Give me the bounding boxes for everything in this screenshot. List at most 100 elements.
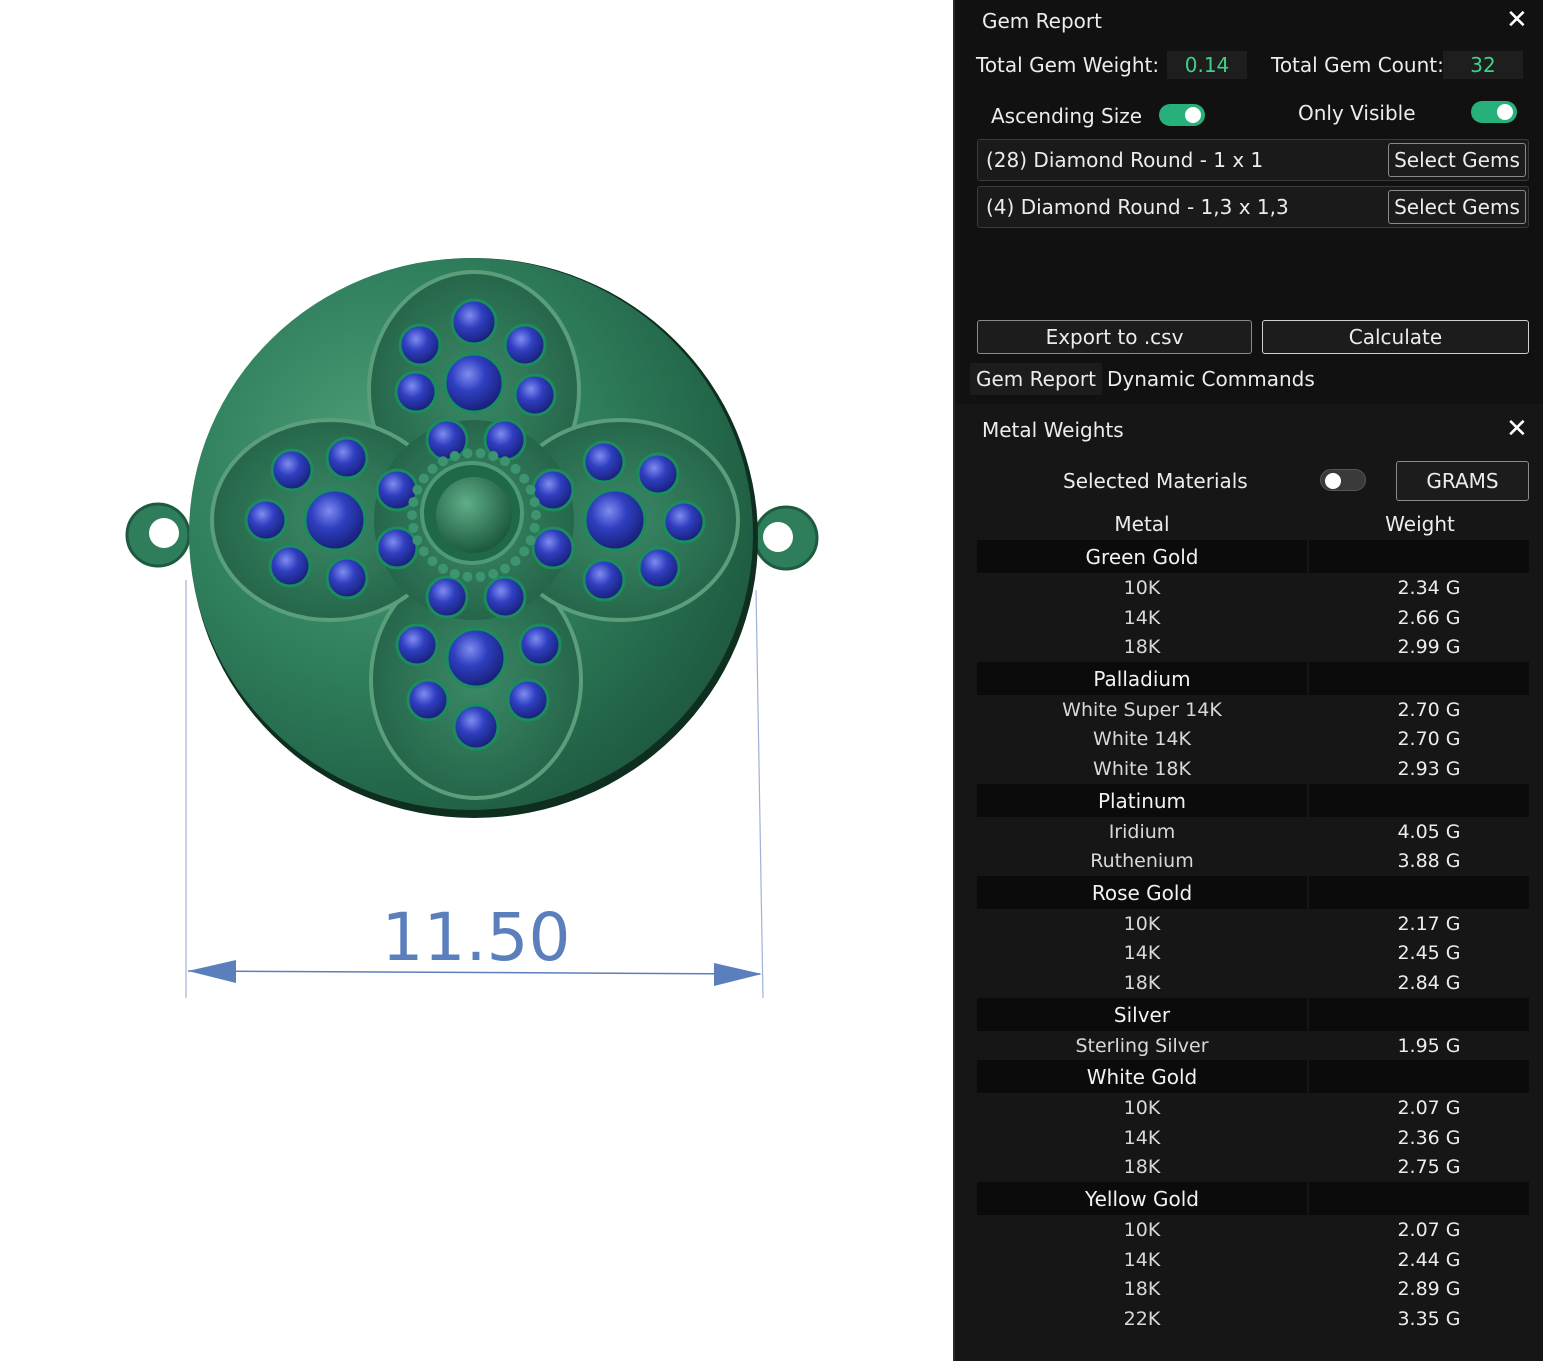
only-visible-toggle[interactable] xyxy=(1471,101,1517,123)
bead xyxy=(531,510,541,520)
table-row: 22K 3.35 G xyxy=(977,1304,1529,1334)
gem-stone xyxy=(268,544,312,588)
gem-row-label: (4) Diamond Round - 1,3 x 1,3 xyxy=(986,195,1289,219)
gem-stone xyxy=(452,703,500,751)
gem-stone xyxy=(583,488,647,552)
pendant-render: 11.50 xyxy=(125,258,819,999)
metal-weight-value: 2.36 G xyxy=(1397,1126,1461,1149)
toggle-knob xyxy=(1185,107,1201,123)
bead xyxy=(462,448,473,459)
metal-group-row: Green Gold xyxy=(977,540,1529,573)
metal-weight-value: 2.07 G xyxy=(1397,1218,1461,1241)
toggle-knob xyxy=(1325,473,1341,489)
metal-weight-value: 3.35 G xyxy=(1397,1307,1461,1330)
metal-alloy-name: Sterling Silver xyxy=(1075,1034,1209,1057)
table-row: White Super 14K 2.70 G xyxy=(977,695,1529,725)
metal-group-row: Yellow Gold xyxy=(977,1181,1529,1215)
table-row: Sterling Silver 1.95 G xyxy=(977,1031,1529,1061)
table-row: White 14K 2.70 G xyxy=(977,724,1529,754)
metal-weight-value: 2.34 G xyxy=(1397,577,1461,599)
gem-row: (4) Diamond Round - 1,3 x 1,3 Select Gem… xyxy=(977,186,1529,228)
bead xyxy=(525,484,536,495)
column-divider xyxy=(1307,1060,1309,1094)
metal-group-name: Green Gold xyxy=(1085,545,1199,569)
metal-alloy-name: 22K xyxy=(1123,1307,1161,1330)
gem-stone xyxy=(582,558,626,602)
bead xyxy=(519,546,530,557)
column-divider xyxy=(1307,783,1309,817)
bead xyxy=(449,569,460,579)
bead xyxy=(412,484,423,495)
close-icon[interactable]: ✕ xyxy=(1506,7,1528,33)
bead xyxy=(529,497,540,508)
selected-materials-label: Selected Materials xyxy=(1063,469,1248,493)
table-row: 10K 2.07 G xyxy=(977,1093,1529,1123)
metal-weight-value: 2.70 G xyxy=(1397,728,1461,751)
total-gem-count-value: 32 xyxy=(1443,51,1523,79)
metal-alloy-name: 18K xyxy=(1123,971,1161,994)
table-row: Iridium 4.05 G xyxy=(977,817,1529,847)
weight-column-header: Weight xyxy=(1385,512,1455,536)
gem-stone xyxy=(513,373,557,417)
3d-viewport[interactable]: 11.50 xyxy=(0,0,953,1361)
gem-stone xyxy=(425,418,469,462)
bead xyxy=(488,451,499,461)
table-row: 10K 2.34 G xyxy=(977,573,1529,603)
metal-group-row: Rose Gold xyxy=(977,875,1529,909)
bead xyxy=(475,448,486,459)
tab-dynamic-commands[interactable]: Dynamic Commands xyxy=(1101,363,1321,395)
bead xyxy=(418,546,429,557)
gem-stone xyxy=(503,323,547,367)
bead xyxy=(418,473,429,484)
metal-alloy-name: Iridium xyxy=(1108,820,1176,843)
metal-weight-value: 2.99 G xyxy=(1397,636,1461,659)
metal-alloy-name: 10K xyxy=(1123,912,1161,935)
ascending-size-toggle[interactable] xyxy=(1159,104,1205,126)
metal-weight-value: 1.95 G xyxy=(1397,1034,1461,1057)
gem-stone xyxy=(394,370,438,414)
units-button[interactable]: GRAMS xyxy=(1396,461,1529,501)
metal-alloy-name: 14K xyxy=(1123,1126,1161,1149)
ascending-size-label: Ascending Size xyxy=(991,104,1143,128)
left-jump-ring xyxy=(125,502,191,568)
gem-stone xyxy=(244,498,288,542)
gem-stone xyxy=(518,623,562,667)
metal-alloy-name: 10K xyxy=(1123,577,1161,599)
close-icon[interactable]: ✕ xyxy=(1506,416,1528,442)
metal-weight-value: 2.44 G xyxy=(1397,1248,1461,1271)
bead xyxy=(488,569,499,579)
select-gems-button[interactable]: Select Gems xyxy=(1388,143,1526,177)
select-gems-button[interactable]: Select Gems xyxy=(1388,190,1526,224)
metal-alloy-name: White 14K xyxy=(1093,728,1191,751)
selected-materials-toggle[interactable] xyxy=(1320,469,1366,491)
gem-stone xyxy=(662,500,706,544)
metal-alloy-name: White 18K xyxy=(1093,757,1191,780)
table-row: 14K 2.66 G xyxy=(977,603,1529,633)
tab-gem-report[interactable]: Gem Report xyxy=(970,363,1102,395)
metal-group-row: Silver xyxy=(977,997,1529,1031)
bead xyxy=(475,571,486,582)
center-pearl xyxy=(436,477,512,553)
table-row: Ruthenium 3.88 G xyxy=(977,846,1529,876)
bead xyxy=(525,535,536,546)
bead xyxy=(438,456,448,467)
metal-weight-value: 2.75 G xyxy=(1397,1156,1461,1179)
metal-weights-table: Green Gold 10K 2.34 G 14K 2.66 G 18K 2.99 G Pal… xyxy=(977,540,1529,1333)
gem-stone xyxy=(325,556,369,600)
bead xyxy=(519,473,530,484)
gem-stone xyxy=(443,352,505,414)
column-divider xyxy=(1307,661,1309,695)
bead xyxy=(427,556,438,567)
bead xyxy=(500,563,510,574)
total-gem-weight-label: Total Gem Weight: xyxy=(976,53,1160,77)
gem-row-label: (28) Diamond Round - 1 x 1 xyxy=(986,148,1264,172)
export-csv-button[interactable]: Export to .csv xyxy=(977,320,1252,354)
dimension-extension-right xyxy=(755,589,764,999)
arrowhead-left-icon xyxy=(188,960,236,983)
total-gem-weight-value: 0.14 xyxy=(1167,51,1247,79)
column-divider xyxy=(1307,540,1309,573)
column-divider xyxy=(1307,1181,1309,1215)
calculate-button[interactable]: Calculate xyxy=(1262,320,1529,354)
gem-stone xyxy=(445,627,507,689)
metal-alloy-name: 10K xyxy=(1123,1097,1161,1120)
